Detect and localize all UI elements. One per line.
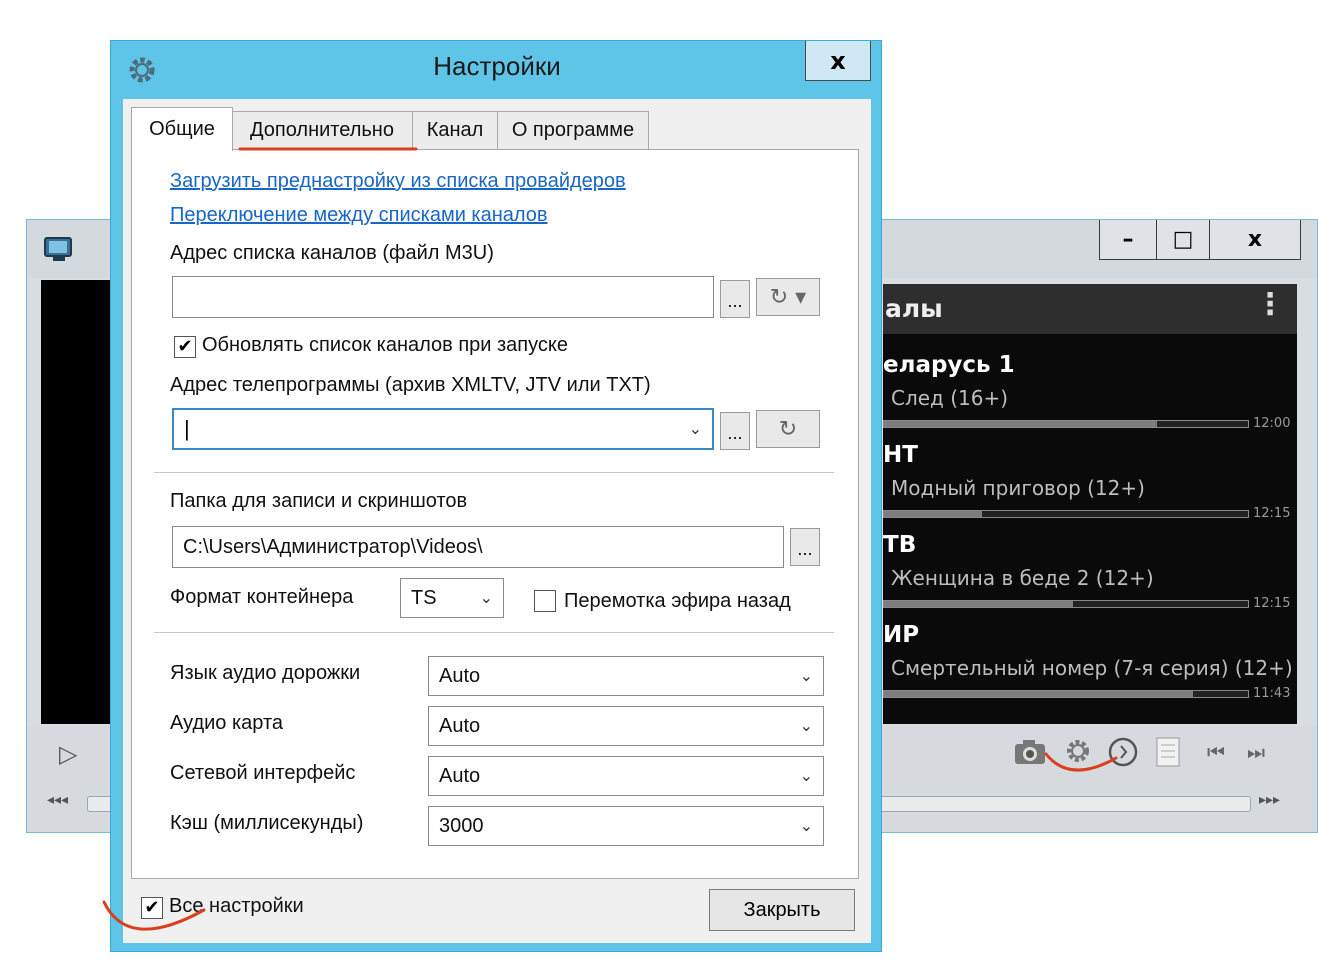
epg-input[interactable]: | ⌄ [172,408,714,450]
channel-row[interactable]: ТВ Женщина в беде 2 (12+) 12:15 [883,530,1297,618]
channel-program: Модный приговор (12+) [891,476,1145,500]
timeshift-checkbox[interactable] [534,590,556,612]
network-interface-label: Сетевой интерфейс [170,762,356,784]
maximize-button[interactable]: □ [1156,220,1210,260]
annotation-curve [1044,752,1118,772]
text-caret: | [184,416,190,441]
record-folder-browse-button[interactable]: ... [790,528,820,566]
channel-row[interactable]: еларусь 1 След (16+) 12:00 [883,350,1297,438]
channel-list: алы ⋮ еларусь 1 След (16+) 12:00 НТ Модный п… [883,284,1297,724]
list-menu-icon[interactable]: ⋮ [1255,290,1285,320]
channel-row[interactable]: НТ Модный приговор (12+) 12:15 [883,440,1297,528]
channel-list-title: алы [885,294,943,323]
cache-label: Кэш (миллисекунды) [170,812,364,834]
container-format-label: Формат контейнера [170,586,354,608]
epg-browse-button[interactable]: ... [720,412,750,450]
maximize-icon: □ [1172,227,1194,252]
tab-general[interactable]: Общие [131,107,233,151]
network-interface-value: Auto [439,764,481,787]
video-area[interactable] [41,280,121,724]
record-folder-label: Папка для записи и скриншотов [170,490,468,512]
play-icon[interactable]: ▷ [59,740,77,768]
rewind-icon[interactable]: ◂◂◂ [47,792,68,808]
channel-program: Смертельный номер (7-я серия) (12+) [891,656,1293,680]
settings-dialog: Настройки x Общие Дополнительно Канал О … [110,40,882,952]
program-end-time: 12:00 [1253,416,1291,431]
channel-name: НТ [883,442,918,468]
m3u-browse-button[interactable]: ... [720,280,750,318]
container-format-value: TS [411,586,437,609]
channel-program: След (16+) [891,386,1009,410]
audio-card-value: Auto [439,714,481,737]
audio-language-label: Язык аудио дорожки [170,662,361,684]
minimize-icon: – [1122,227,1134,252]
record-folder-input[interactable]: C:\Users\Администратор\Videos\ [172,526,784,568]
epg-refresh-button[interactable]: ↻ [756,410,820,448]
update-on-start-label: Обновлять список каналов при запуске [202,334,568,356]
chevron-down-icon: ⌄ [479,590,493,607]
container-format-select[interactable]: TS ⌄ [400,578,504,618]
prev-channel-icon[interactable]: ⏮ [1207,740,1225,764]
next-channel-icon[interactable]: ⏭ [1247,740,1265,764]
audio-language-select[interactable]: Auto ⌄ [428,656,824,696]
annotation-curve [102,900,206,931]
program-progress-fill [884,601,1073,607]
cache-value: 3000 [439,814,484,837]
program-progress-fill [884,691,1193,697]
close-icon: x [1247,227,1263,252]
channel-program: Женщина в беде 2 (12+) [891,566,1154,590]
divider [154,472,834,473]
minimize-button[interactable]: – [1099,220,1157,260]
chevron-down-icon: ⌄ [799,668,813,685]
chevron-down-icon: ⌄ [799,718,813,735]
dialog-body: Общие Дополнительно Канал О программе За… [123,99,871,943]
m3u-refresh-button[interactable]: ↻ ▾ [756,278,820,316]
channel-name: ТВ [883,532,917,558]
cache-select[interactable]: 3000 ⌄ [428,806,824,846]
chevron-down-icon[interactable]: ⌄ [689,419,702,439]
annotation-underline [238,147,418,151]
channel-name: еларусь 1 [883,352,1015,378]
dialog-close-button[interactable]: x [805,41,871,81]
epg-label: Адрес телепрограммы (архив XMLTV, JTV ил… [170,374,651,396]
program-progress-bar [883,600,1249,608]
timeshift-label: Перемотка эфира назад [564,590,791,612]
m3u-input[interactable] [172,276,714,318]
program-end-time: 11:43 [1253,686,1291,701]
player-close-button[interactable]: x [1209,220,1301,260]
general-tab-panel: Загрузить преднастройку из списка провай… [131,149,859,879]
channel-list-header: алы ⋮ [883,284,1297,334]
channel-name: ИР [883,622,920,648]
playlist-icon[interactable] [1155,736,1181,772]
chevron-down-icon: ⌄ [799,768,813,785]
dialog-title: Настройки [433,51,561,81]
channel-row[interactable]: ИР Смертельный номер (7-я серия) (12+) 11:… [883,620,1297,708]
program-progress-bar [883,510,1249,518]
close-icon: x [830,46,846,75]
divider [154,632,834,633]
audio-card-label: Аудио карта [170,712,284,734]
forward-icon[interactable]: ▸▸▸ [1259,792,1280,808]
chevron-down-icon: ⌄ [799,818,813,835]
m3u-label: Адрес списка каналов (файл M3U) [170,242,494,264]
tab-channel[interactable]: Канал [412,111,498,149]
close-button[interactable]: Закрыть [709,889,855,931]
audio-language-value: Auto [439,664,481,687]
tv-logo-icon [43,234,75,264]
network-interface-select[interactable]: Auto ⌄ [428,756,824,796]
program-end-time: 12:15 [1253,506,1291,521]
refresh-icon: ↻ [778,416,798,442]
program-progress-bar [883,690,1249,698]
audio-card-select[interactable]: Auto ⌄ [428,706,824,746]
program-progress-bar [883,420,1249,428]
program-end-time: 12:15 [1253,596,1291,611]
tab-about[interactable]: О программе [497,111,649,149]
load-preset-link[interactable]: Загрузить преднастройку из списка провай… [170,170,626,193]
refresh-icon: ↻ ▾ [769,284,807,310]
switch-lists-link[interactable]: Переключение между списками каналов [170,204,548,227]
update-on-start-checkbox[interactable]: ✔ [174,336,196,358]
program-progress-fill [884,421,1157,427]
program-progress-fill [884,511,982,517]
